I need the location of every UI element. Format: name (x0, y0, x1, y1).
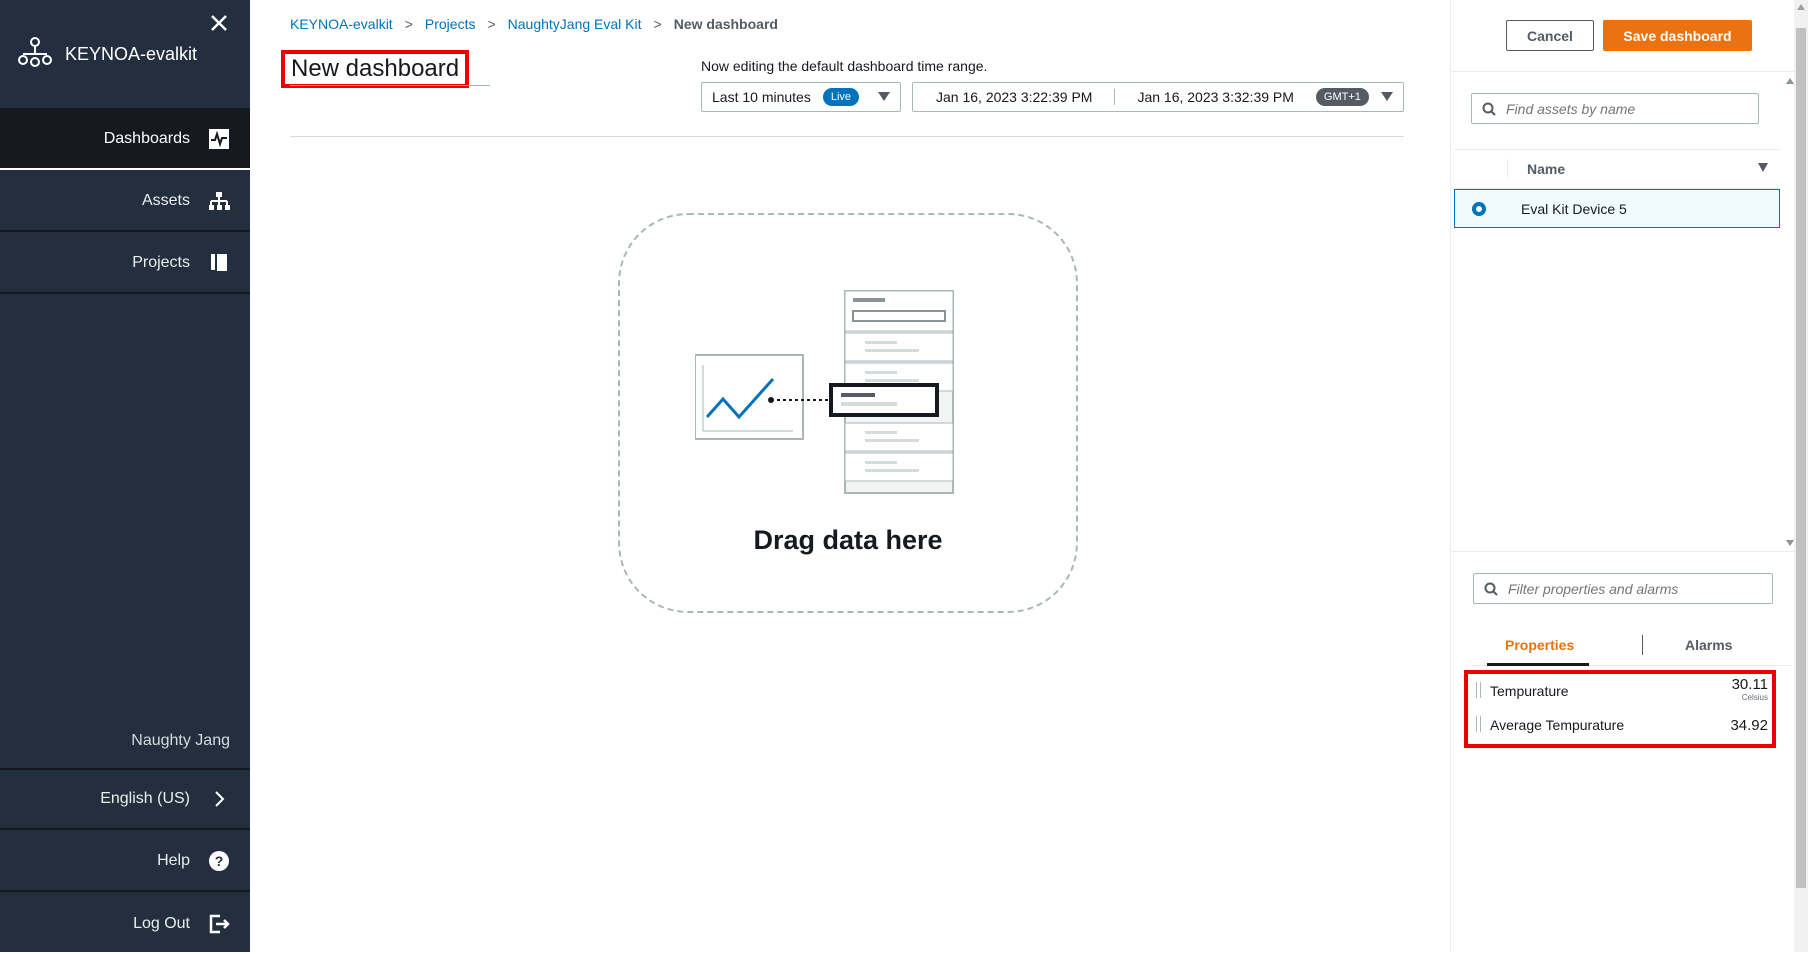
drop-zone[interactable]: Drag data here (618, 213, 1078, 613)
cancel-button[interactable]: Cancel (1506, 20, 1594, 51)
main-content: KEYNOA-evalkit > Projects > NaughtyJang … (250, 0, 1450, 952)
chevron-right-icon: > (404, 16, 413, 32)
scrollbar-thumb[interactable] (1796, 28, 1806, 888)
properties-list-highlight: Tempurature 30.11 Celsius Average Tempur… (1464, 670, 1776, 748)
breadcrumb-current: New dashboard (673, 16, 778, 32)
property-search-input[interactable] (1473, 573, 1773, 604)
property-name: Tempurature (1490, 683, 1569, 699)
sort-icon[interactable] (1758, 163, 1768, 172)
logout-icon (208, 913, 230, 935)
panel-divider (1451, 551, 1795, 552)
asset-table-header: Name (1454, 149, 1780, 189)
drag-handle-icon[interactable] (1476, 716, 1481, 732)
table-row[interactable]: Eval Kit Device 5 (1454, 189, 1780, 228)
drag-data-illustration-icon (695, 290, 954, 494)
hierarchy-icon (208, 190, 230, 212)
live-badge: Live (822, 88, 860, 106)
caret-down-icon (1381, 92, 1393, 101)
date-range-picker[interactable]: Jan 16, 2023 3:22:39 PM Jan 16, 2023 3:3… (912, 82, 1404, 112)
end-time: Jan 16, 2023 3:32:39 PM (1137, 89, 1294, 105)
sidebar-item-label: Assets (141, 192, 190, 209)
property-item[interactable]: Average Tempurature 34.92 (1476, 710, 1768, 740)
pulse-icon (208, 128, 230, 150)
user-name: Naughty Jang (131, 732, 230, 749)
project-icon (208, 252, 230, 274)
time-range-label: Last 10 minutes (712, 89, 811, 105)
scroll-up-icon[interactable] (1797, 4, 1805, 10)
help-label: Help (157, 852, 190, 869)
close-icon[interactable] (208, 12, 230, 34)
properties-alarms-tabs: Properties Alarms (1471, 626, 1791, 666)
start-time: Jan 16, 2023 3:22:39 PM (936, 89, 1093, 105)
drag-handle-icon[interactable] (1476, 682, 1481, 698)
name-column-header[interactable]: Name (1527, 161, 1565, 177)
title-underline (290, 85, 490, 86)
asset-search-field[interactable] (1506, 100, 1706, 117)
sidebar-item-dashboards[interactable]: Dashboards (0, 110, 250, 170)
page-title-highlight: New dashboard (281, 50, 470, 88)
chevron-right-icon: > (653, 16, 662, 32)
breadcrumb-link[interactable]: KEYNOA-evalkit (290, 16, 393, 32)
asset-name: Eval Kit Device 5 (1521, 201, 1627, 217)
sidebar-item-projects[interactable]: Projects (0, 234, 250, 294)
sidebar-item-label: Projects (132, 254, 190, 271)
time-range-note: Now editing the default dashboard time r… (701, 58, 988, 74)
svg-text:?: ? (215, 853, 224, 869)
property-value: 34.92 (1730, 717, 1768, 734)
sidebar: KEYNOA-evalkit Dashboards Assets Project… (0, 0, 250, 952)
breadcrumb-link[interactable]: NaughtyJang Eval Kit (508, 16, 642, 32)
property-item[interactable]: Tempurature 30.11 Celsius (1476, 676, 1768, 706)
tab-properties[interactable]: Properties (1505, 637, 1574, 653)
save-dashboard-button[interactable]: Save dashboard (1603, 20, 1752, 51)
panel-divider (1451, 71, 1795, 72)
date-divider (1114, 89, 1116, 105)
logout-link[interactable]: Log Out (0, 894, 250, 954)
chevron-right-icon (208, 788, 230, 810)
property-value: 30.11 (1731, 676, 1768, 693)
header-divider (290, 136, 1404, 137)
scroll-down-icon[interactable] (1786, 540, 1794, 546)
active-tab-indicator (1487, 663, 1589, 666)
scroll-up-icon[interactable] (1786, 78, 1794, 84)
help-link[interactable]: Help ? (0, 832, 250, 892)
breadcrumb-link[interactable]: Projects (425, 16, 476, 32)
breadcrumb: KEYNOA-evalkit > Projects > NaughtyJang … (290, 16, 778, 32)
sidebar-header: KEYNOA-evalkit (0, 0, 250, 110)
page-title[interactable]: New dashboard (291, 55, 459, 83)
app-title: KEYNOA-evalkit (65, 44, 198, 64)
tab-alarms[interactable]: Alarms (1685, 637, 1732, 653)
radio-selected-icon[interactable] (1472, 202, 1486, 216)
asset-search-input[interactable] (1471, 93, 1759, 124)
property-unit: Celsius (1741, 693, 1768, 702)
property-search-field[interactable] (1508, 580, 1708, 597)
time-range-select[interactable]: Last 10 minutes Live (701, 82, 901, 112)
property-name: Average Tempurature (1490, 717, 1625, 733)
sidebar-item-assets[interactable]: Assets (0, 172, 250, 232)
app-logo-icon (18, 37, 52, 67)
logout-label: Log Out (133, 915, 190, 932)
tab-divider (1642, 635, 1643, 655)
timezone-badge: GMT+1 (1315, 88, 1369, 106)
drop-zone-label: Drag data here (753, 525, 943, 555)
help-icon: ? (208, 850, 230, 872)
caret-down-icon (878, 92, 890, 101)
search-icon (1482, 102, 1496, 116)
resource-explorer-panel: Cancel Save dashboard Name Eval Kit Devi… (1450, 0, 1795, 952)
chevron-right-icon: > (487, 16, 496, 32)
search-icon (1484, 582, 1498, 596)
page-scrollbar[interactable] (1794, 0, 1808, 952)
language-label: English (US) (100, 790, 190, 807)
column-divider (1507, 159, 1508, 179)
language-selector[interactable]: English (US) (0, 770, 250, 830)
sidebar-item-label: Dashboards (103, 130, 190, 147)
